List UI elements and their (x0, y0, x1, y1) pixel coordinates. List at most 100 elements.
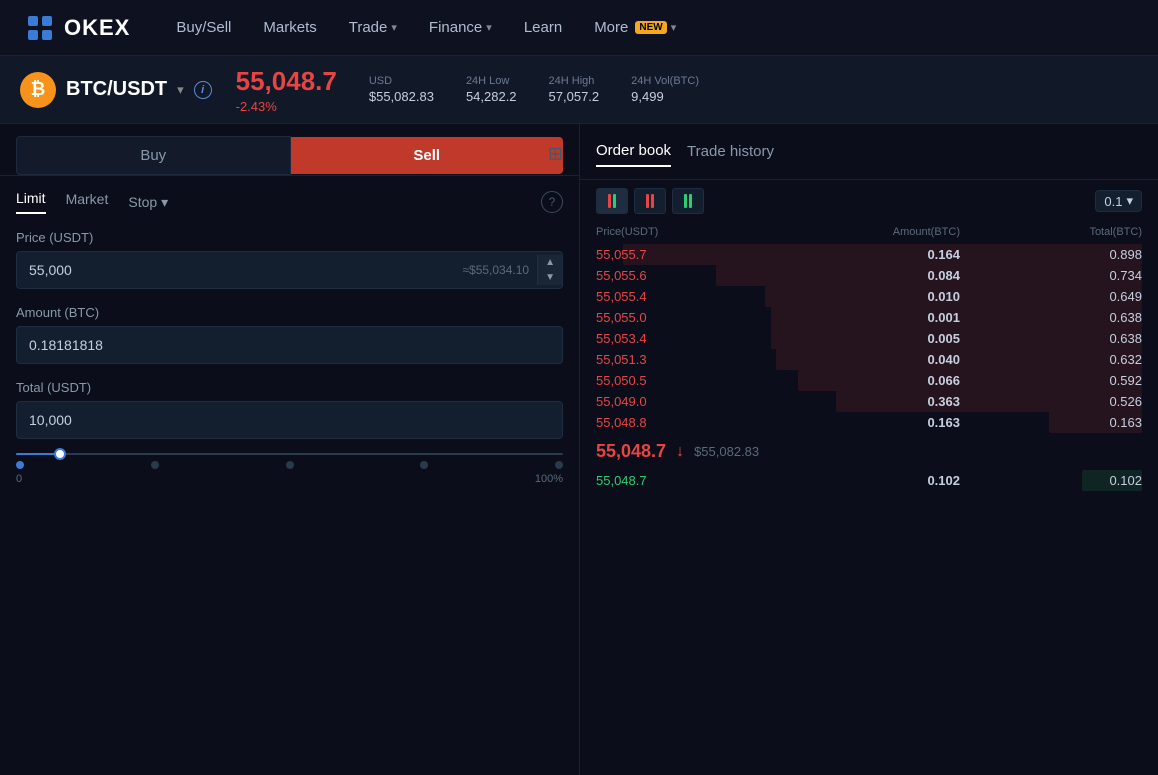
buy-price: 55,048.7 (596, 473, 778, 488)
decimal-select[interactable]: 0.1 ▾ (1095, 190, 1142, 212)
help-icon[interactable]: ? (541, 191, 563, 213)
sell-amount: 0.164 (778, 247, 960, 262)
pair-info: ₿ BTC/USDT ▾ i (20, 72, 212, 108)
more-chevron-icon: ▾ (671, 21, 677, 34)
buy-total: 0.102 (960, 473, 1142, 488)
midprice-value: 55,048.7 (596, 441, 666, 462)
buy-order-row[interactable]: 55,048.7 0.102 0.102 (596, 470, 1142, 491)
form-area: Price (USDT) ≈$55,034.10 ▲ ▼ Amount (BTC… (0, 214, 579, 455)
sell-order-row[interactable]: 55,048.8 0.163 0.163 (596, 412, 1142, 433)
navbar: OKEX Buy/Sell Markets Trade ▾ Finance ▾ … (0, 0, 1158, 56)
view-sell-btn[interactable] (634, 188, 666, 214)
sell-total: 0.526 (960, 394, 1142, 409)
ob-table-header: Price(USDT) Amount(BTC) Total(BTC) (580, 222, 1158, 244)
okex-logo-icon (24, 12, 56, 44)
nav-trade[interactable]: Trade ▾ (335, 13, 411, 42)
ticker-bar: ₿ BTC/USDT ▾ i 55,048.7 -2.43% USD $55,0… (0, 56, 1158, 124)
pair-dropdown-icon[interactable]: ▾ (177, 82, 184, 98)
layout-icon[interactable]: ⊞ (548, 143, 563, 164)
btc-icon: ₿ (20, 72, 56, 108)
market-tab[interactable]: Market (66, 191, 109, 213)
view-buy-icon (684, 194, 687, 208)
left-panel: Buy Sell ⊞ Limit Market Stop ▾ ? Price (… (0, 124, 580, 775)
nav-learn[interactable]: Learn (510, 13, 576, 42)
buy-orders: 55,048.7 0.102 0.102 (580, 470, 1158, 491)
sell-amount: 0.163 (778, 415, 960, 430)
col-amount-header: Amount(BTC) (778, 226, 960, 238)
orderbook-header: Order book Trade history (580, 124, 1158, 180)
usd-stat: USD $55,082.83 (369, 75, 434, 104)
high-stat: 24H High 57,057.2 (549, 75, 600, 104)
sell-total: 0.163 (960, 415, 1142, 430)
price-block: 55,048.7 -2.43% (236, 66, 337, 114)
sell-order-row[interactable]: 55,053.4 0.005 0.638 (596, 328, 1142, 349)
sell-price: 55,055.7 (596, 247, 778, 262)
current-price: 55,048.7 (236, 66, 337, 97)
buy-tab[interactable]: Buy (16, 136, 291, 175)
price-decrement[interactable]: ▼ (538, 270, 562, 285)
sell-price: 55,053.4 (596, 331, 778, 346)
sell-order-row[interactable]: 55,049.0 0.363 0.526 (596, 391, 1142, 412)
amount-label: Amount (BTC) (16, 305, 563, 320)
more-badge: NEW (635, 21, 666, 34)
total-label: Total (USDT) (16, 380, 563, 395)
orderbook-controls: 0.1 ▾ (580, 180, 1158, 222)
buy-sell-tabs: Buy Sell ⊞ (0, 124, 579, 176)
view-sell-icon (646, 194, 649, 208)
sell-order-row[interactable]: 55,050.5 0.066 0.592 (596, 370, 1142, 391)
sell-amount: 0.084 (778, 268, 960, 283)
nav-markets[interactable]: Markets (249, 13, 330, 42)
buy-amount: 0.102 (778, 473, 960, 488)
main-layout: Buy Sell ⊞ Limit Market Stop ▾ ? Price (… (0, 124, 1158, 775)
sell-order-row[interactable]: 55,051.3 0.040 0.632 (596, 349, 1142, 370)
price-spinner: ▲ ▼ (537, 255, 562, 285)
col-total-header: Total(BTC) (960, 226, 1142, 238)
view-sell-icon2 (651, 194, 654, 208)
sell-amount: 0.040 (778, 352, 960, 367)
sell-price: 55,055.0 (596, 310, 778, 325)
sell-order-row[interactable]: 55,055.7 0.164 0.898 (596, 244, 1142, 265)
decimal-chevron-icon: ▾ (1126, 193, 1133, 209)
price-increment[interactable]: ▲ (538, 255, 562, 270)
stop-chevron-icon: ▾ (161, 194, 168, 211)
nav-buy-sell[interactable]: Buy/Sell (162, 13, 245, 42)
sell-tab[interactable]: Sell (291, 137, 564, 174)
logo[interactable]: OKEX (24, 12, 130, 44)
sell-order-row[interactable]: 55,055.6 0.084 0.734 (596, 265, 1142, 286)
sell-price: 55,050.5 (596, 373, 778, 388)
sell-amount: 0.005 (778, 331, 960, 346)
trade-chevron-icon: ▾ (391, 21, 397, 34)
slider-label-min: 0 (16, 473, 22, 485)
low-stat: 24H Low 54,282.2 (466, 75, 517, 104)
slider-row: 0 100% (0, 447, 579, 485)
stop-dropdown[interactable]: Stop ▾ (128, 194, 168, 211)
total-input[interactable] (17, 402, 562, 438)
sell-total: 0.638 (960, 331, 1142, 346)
sell-price: 55,055.6 (596, 268, 778, 283)
sell-total: 0.898 (960, 247, 1142, 262)
amount-input[interactable] (17, 327, 562, 363)
sell-amount: 0.010 (778, 289, 960, 304)
sell-order-row[interactable]: 55,055.0 0.001 0.638 (596, 307, 1142, 328)
sell-order-row[interactable]: 55,055.4 0.010 0.649 (596, 286, 1142, 307)
total-input-wrapper (16, 401, 563, 439)
sell-total: 0.638 (960, 310, 1142, 325)
price-change: -2.43% (236, 99, 337, 114)
sell-amount: 0.001 (778, 310, 960, 325)
amount-field: Amount (BTC) (16, 305, 563, 364)
orderbook-tab[interactable]: Order book (596, 136, 671, 167)
nav-finance[interactable]: Finance ▾ (415, 13, 506, 42)
slider-label-max: 100% (535, 473, 563, 485)
nav-more[interactable]: More NEW ▾ (580, 13, 690, 42)
price-field: Price (USDT) ≈$55,034.10 ▲ ▼ (16, 230, 563, 289)
pair-info-icon[interactable]: i (194, 81, 212, 99)
limit-tab[interactable]: Limit (16, 190, 46, 214)
view-buy-btn[interactable] (672, 188, 704, 214)
sell-total: 0.632 (960, 352, 1142, 367)
view-both-btn[interactable] (596, 188, 628, 214)
slider-labels: 0 100% (16, 473, 563, 485)
price-input-wrapper: ≈$55,034.10 ▲ ▼ (16, 251, 563, 289)
price-input[interactable] (17, 252, 462, 288)
finance-chevron-icon: ▾ (486, 21, 492, 34)
trade-history-tab[interactable]: Trade history (687, 137, 774, 166)
